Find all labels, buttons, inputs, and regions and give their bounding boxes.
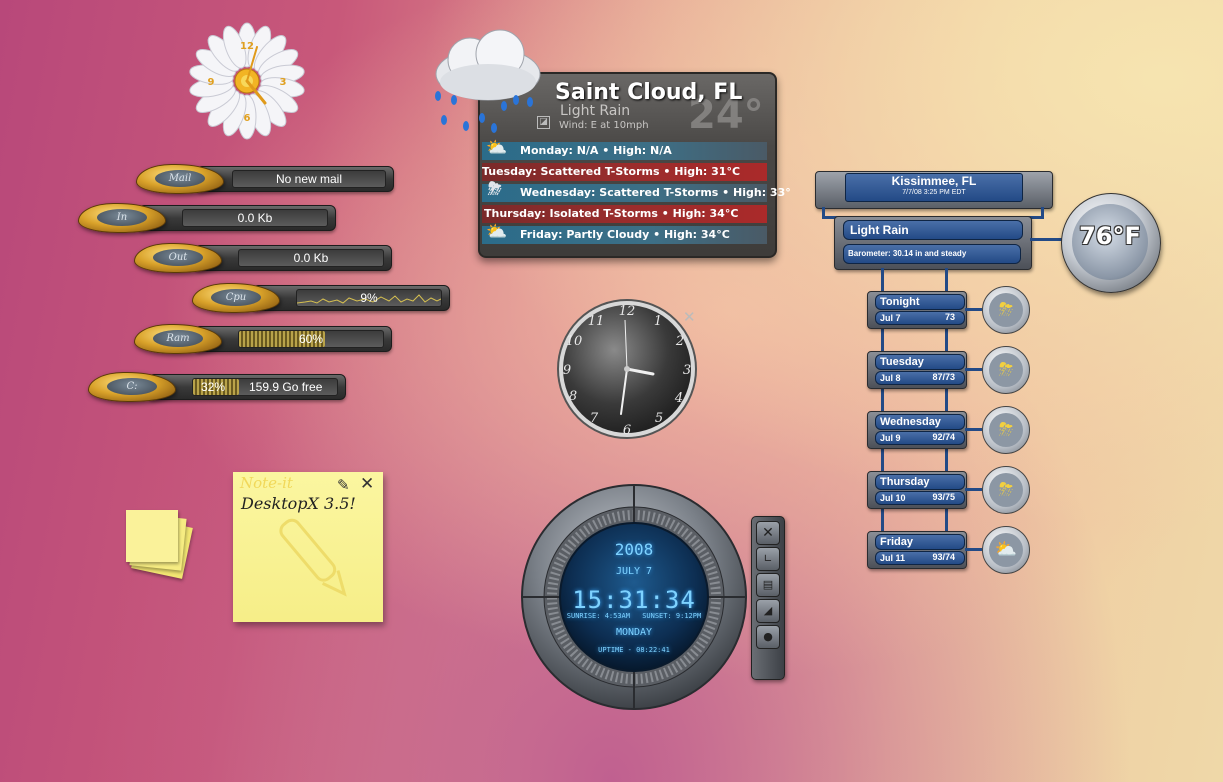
net-in-value: 0.0 Kb bbox=[182, 209, 328, 227]
net-out-meter[interactable]: 0.0 Kb Out bbox=[134, 243, 392, 273]
current-temp: 76°F bbox=[1079, 222, 1141, 250]
clock-number-10: 10 bbox=[566, 334, 583, 349]
ram-value: 60% bbox=[298, 332, 324, 346]
thunderstorm-icon: ⛈ bbox=[982, 286, 1030, 334]
disk-meter[interactable]: 32% 159.9 Go free C: bbox=[88, 372, 346, 402]
close-icon[interactable]: ✕ bbox=[360, 474, 374, 494]
mail-value: No new mail bbox=[232, 170, 386, 188]
daisy-number-3: 3 bbox=[280, 77, 287, 88]
clock-number-3: 3 bbox=[683, 363, 691, 378]
sun-thunderstorm-icon: ⛈ bbox=[982, 466, 1030, 514]
clock-number-9: 9 bbox=[563, 363, 571, 378]
settings-button[interactable]: ● bbox=[756, 625, 780, 649]
mail-meter[interactable]: No new mail Mail bbox=[136, 164, 394, 194]
clock-number-4: 4 bbox=[674, 391, 683, 406]
current-condition: Light Rain bbox=[560, 103, 631, 119]
sunset-time: SUNSET: 9:12PM bbox=[642, 612, 702, 620]
disk-percent: 32% bbox=[201, 380, 226, 394]
clock-uptime: UPTIME - 08:22:41 bbox=[598, 646, 670, 654]
close-button[interactable]: ✕ bbox=[756, 521, 780, 545]
location-name: Kissimmee, FL bbox=[891, 174, 977, 188]
clock-number-7: 7 bbox=[590, 411, 599, 426]
net-out-value: 0.0 Kb bbox=[238, 249, 384, 267]
cpu-meter[interactable]: 9% Cpu bbox=[192, 283, 450, 313]
clock-time: 15:31:34 bbox=[572, 586, 696, 614]
forecast-day[interactable]: Friday Jul 11 93/74 bbox=[867, 531, 967, 569]
disk-free: 159.9 Go free bbox=[249, 380, 323, 394]
sunrise-time: SUNRISE: 4:53AM bbox=[566, 612, 630, 620]
forecast-day[interactable]: Thursday Jul 10 93/75 bbox=[867, 471, 967, 509]
note-text[interactable]: DesktopX 3.5! bbox=[241, 494, 356, 513]
forecast-row[interactable]: Tuesday: Scattered T-Storms • High: 31°C bbox=[482, 163, 767, 181]
current-condition: Light Rain bbox=[843, 220, 1023, 240]
clock-number-6: 6 bbox=[623, 423, 631, 438]
daisy-clock[interactable]: 12 3 6 9 bbox=[188, 22, 306, 140]
forecast-day[interactable]: Tuesday Jul 8 87/73 bbox=[867, 351, 967, 389]
clock-number-1: 1 bbox=[654, 314, 662, 329]
alarm-button[interactable]: ◢ bbox=[756, 599, 780, 623]
sun-thunderstorm-icon: ⛈ bbox=[982, 406, 1030, 454]
note-title: Note-it bbox=[240, 474, 293, 492]
update-time: 7/7/08 3:25 PM EDT bbox=[902, 189, 966, 196]
forecast-row[interactable]: Thursday: Isolated T-Storms • High: 34°C bbox=[482, 205, 767, 223]
partly-cloudy-icon: ⛅ bbox=[486, 138, 508, 158]
daisy-number-9: 9 bbox=[208, 77, 215, 88]
rain-cloud-icon bbox=[435, 29, 541, 133]
calendar-button[interactable]: ▤ bbox=[756, 573, 780, 597]
forecast-row[interactable]: ⛈ Wednesday: Scattered T-Storms • High: … bbox=[482, 180, 791, 202]
thunderstorm-icon: ⛈ bbox=[488, 179, 502, 199]
forecast-day[interactable]: Wednesday Jul 9 92/74 bbox=[867, 411, 967, 449]
partly-cloudy-icon: ⛅ bbox=[486, 222, 508, 242]
cpu-value: 9% bbox=[360, 291, 378, 305]
clock-number-11: 11 bbox=[588, 314, 605, 329]
sun-thunderstorm-icon: ⛈ bbox=[982, 346, 1030, 394]
analog-clock[interactable]: 12 1 2 3 4 5 6 7 8 9 10 11 bbox=[556, 298, 698, 440]
net-in-meter[interactable]: 0.0 Kb In bbox=[78, 203, 336, 233]
clock-number-12: 12 bbox=[619, 304, 636, 319]
clock-number-8: 8 bbox=[569, 389, 577, 404]
ram-meter[interactable]: 60% Ram bbox=[134, 324, 392, 354]
city-name: Saint Cloud, FL bbox=[555, 80, 743, 105]
note-stack-icon[interactable] bbox=[126, 508, 198, 580]
forecast-row[interactable]: ⛅ Monday: N/A • High: N/A bbox=[482, 138, 767, 160]
wind-info: Wind: E at 10mph bbox=[559, 120, 649, 131]
clock-number-5: 5 bbox=[655, 411, 663, 426]
mode-button[interactable]: ∟ bbox=[756, 547, 780, 571]
forecast-row[interactable]: ⛅ Friday: Partly Cloudy • High: 34°C bbox=[482, 222, 767, 244]
forecast-day[interactable]: Tonight Jul 7 73 bbox=[867, 291, 967, 329]
close-icon[interactable]: ✕ bbox=[683, 308, 696, 326]
clock-date: JULY 7 bbox=[615, 566, 653, 577]
barometer: Barometer: 30.14 in and steady bbox=[843, 244, 1021, 264]
clock-year: 2008 bbox=[614, 540, 654, 559]
partly-cloudy-icon: ⛅ bbox=[982, 526, 1030, 574]
clock-weekday: MONDAY bbox=[615, 627, 653, 638]
daisy-number-6: 6 bbox=[244, 113, 251, 124]
expand-icon[interactable]: ◪ bbox=[537, 116, 550, 129]
clock-number-2: 2 bbox=[675, 334, 684, 349]
daisy-number-12: 12 bbox=[240, 41, 254, 52]
pencil-icon[interactable]: ✎ bbox=[337, 476, 350, 494]
